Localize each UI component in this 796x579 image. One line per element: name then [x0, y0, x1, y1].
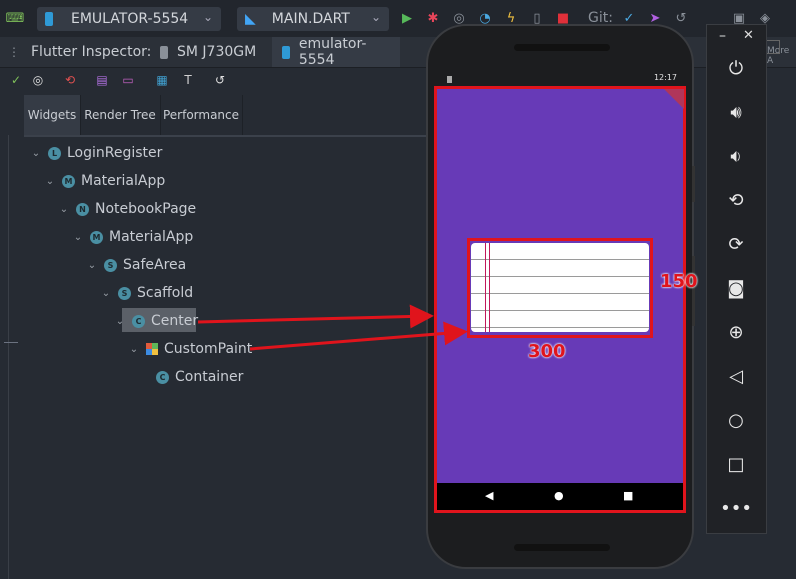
zoom-icon[interactable]: ⊕ [722, 318, 750, 346]
volume-down-icon[interactable]: 🔉︎ [722, 142, 750, 170]
overview-icon[interactable]: □ [722, 450, 750, 478]
home-icon[interactable]: ○ [722, 406, 750, 434]
back-icon[interactable]: ◁ [722, 362, 750, 390]
arrow-center [197, 304, 434, 329]
rotate-right-icon[interactable]: ⟳ [722, 230, 750, 258]
volume-up-icon[interactable]: 🔊︎ [722, 98, 750, 126]
close-icon[interactable]: ✕ [743, 28, 754, 43]
camera-icon[interactable]: ◙ [722, 274, 750, 302]
rotate-left-icon[interactable]: ⟲ [722, 186, 750, 214]
arrow-custompaint [249, 321, 468, 351]
more-icon[interactable]: ••• [720, 494, 752, 522]
annotation-arrows [197, 304, 468, 351]
minimize-icon[interactable]: – [719, 28, 726, 44]
power-icon[interactable]: ⏻ [722, 54, 750, 82]
